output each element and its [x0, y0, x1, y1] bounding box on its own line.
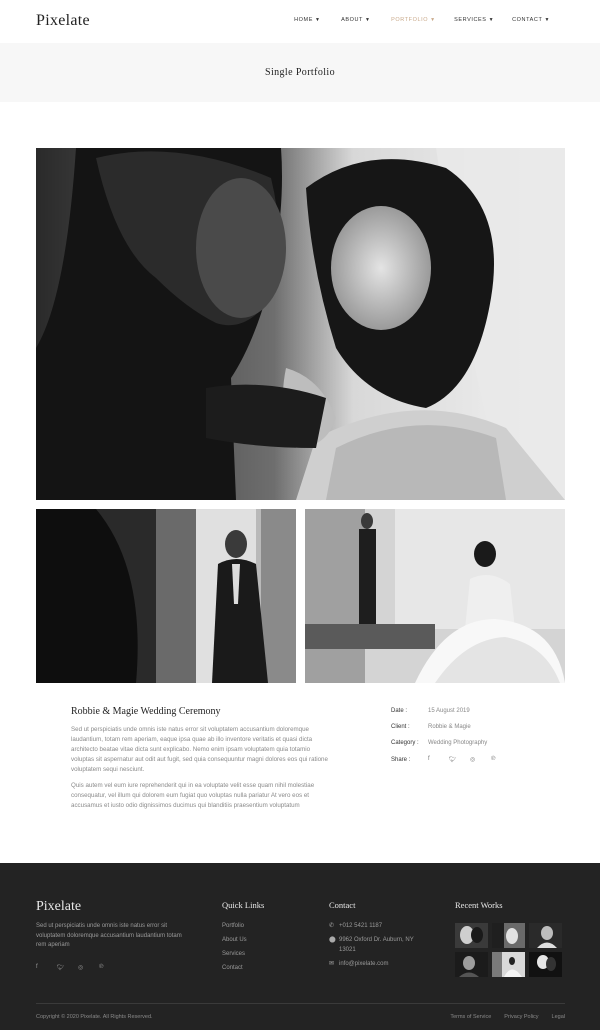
envelope-icon: ✉	[329, 961, 335, 967]
footer-description: Sed ut perspiciatis unde omnis iste natu…	[36, 923, 182, 948]
meta-label: Category :	[391, 740, 419, 746]
footer-link-about[interactable]: About Us	[222, 937, 247, 943]
quick-links-heading: Quick Links	[222, 900, 265, 910]
site-header: Pixelate HOME ▼ ABOUT ▼ PORTFOLIO ▼ SERVICE…	[0, 0, 600, 43]
facebook-icon[interactable]: f	[36, 964, 57, 971]
recent-work-thumb[interactable]	[529, 952, 562, 977]
caret-down-icon: ▼	[430, 17, 436, 23]
nav-label: HOME	[294, 17, 313, 23]
footer-address: ⬤ 9962 Oxford Dr. Auburn, NY 13021	[329, 936, 414, 955]
legal-links: Terms of Service Privacy Policy Legal	[450, 1014, 565, 1020]
phone-text: +012 5421 1187	[339, 923, 383, 929]
nav-item-about[interactable]: ABOUT ▼	[341, 17, 391, 23]
main-nav: HOME ▼ ABOUT ▼ PORTFOLIO ▼ SERVICES ▼ CONTAC…	[294, 17, 550, 23]
meta-value: 15 August 2019	[428, 708, 470, 714]
address-line: 9962 Oxford Dr. Auburn, NY	[339, 937, 414, 943]
recent-work-thumb[interactable]	[492, 923, 525, 948]
map-pin-icon: ⬤	[329, 937, 336, 943]
meta-label: Share :	[391, 757, 411, 763]
facebook-icon[interactable]: f	[428, 756, 449, 763]
contact-heading: Contact	[329, 900, 356, 910]
caret-down-icon: ▼	[314, 17, 321, 23]
pinterest-icon[interactable]: ℗	[99, 964, 120, 971]
main-photo-couple[interactable]	[36, 148, 565, 500]
caret-down-icon: ▼	[544, 17, 550, 23]
meta-value: Robbie & Magie	[428, 724, 471, 730]
footer-link-contact[interactable]: Contact	[222, 965, 243, 971]
nav-item-services[interactable]: SERVICES ▼	[454, 17, 512, 23]
nav-item-portfolio[interactable]: PORTFOLIO ▼	[391, 17, 454, 23]
project-description-2: Quis autem vel eum iure reprehenderit qu…	[71, 782, 315, 809]
caret-down-icon: ▼	[488, 17, 495, 23]
recent-works-grid	[455, 923, 565, 977]
meta-label: Client :	[391, 724, 410, 730]
pinterest-icon[interactable]: ℗	[491, 756, 512, 763]
nav-label: SERVICES	[454, 17, 487, 23]
page-title: Single Portfolio	[264, 67, 335, 78]
footer-link-portfolio[interactable]: Portfolio	[222, 923, 244, 929]
copyright-text: Copyright © 2020 Pixelate. All Rights Re…	[36, 1014, 153, 1020]
address-line: 13021	[339, 946, 356, 953]
footer-link-services[interactable]: Services	[222, 951, 245, 957]
footer-brand[interactable]: Pixelate	[36, 899, 81, 915]
nav-label: ABOUT	[341, 17, 364, 23]
email-text[interactable]: info@pixelate.com	[339, 960, 388, 970]
meta-label: Date :	[391, 708, 408, 714]
instagram-icon[interactable]: ◎	[78, 964, 99, 971]
project-description-1: Sed ut perspiciatis unde omnis iste natu…	[71, 726, 328, 773]
brand-logo[interactable]: Pixelate	[36, 12, 90, 30]
nav-label: CONTACT	[512, 17, 543, 23]
photo-groom-window[interactable]	[36, 509, 296, 683]
share-icons: f 🐦︎ ◎ ℗	[428, 756, 512, 763]
instagram-icon[interactable]: ◎	[470, 756, 491, 763]
address-text: 9962 Oxford Dr. Auburn, NY 13021	[339, 936, 414, 955]
footer-divider	[36, 1003, 565, 1004]
nav-item-contact[interactable]: CONTACT ▼	[512, 17, 550, 23]
footer-social: f 🐦︎ ◎ ℗	[36, 964, 120, 971]
photo-couple-room[interactable]	[305, 509, 565, 683]
phone-icon: ✆	[329, 923, 335, 929]
nav-item-home[interactable]: HOME ▼	[294, 17, 341, 23]
nav-label: PORTFOLIO	[391, 17, 429, 23]
footer-email: ✉ info@pixelate.com	[329, 960, 388, 970]
recent-work-thumb[interactable]	[529, 923, 562, 948]
meta-value: Wedding Photography	[428, 740, 488, 746]
legal-link[interactable]: Legal	[552, 1014, 565, 1020]
terms-link[interactable]: Terms of Service	[450, 1014, 491, 1020]
privacy-link[interactable]: Privacy Policy	[504, 1014, 538, 1020]
twitter-icon[interactable]: 🐦︎	[57, 964, 78, 971]
recent-work-thumb[interactable]	[455, 923, 488, 948]
twitter-icon[interactable]: 🐦︎	[449, 756, 470, 763]
page-title-band: Single Portfolio	[0, 43, 600, 102]
caret-down-icon: ▼	[365, 17, 371, 23]
footer-phone: ✆ +012 5421 1187	[329, 922, 382, 932]
recent-works-heading: Recent Works	[455, 900, 503, 910]
project-title: Robbie & Magie Wedding Ceremony	[71, 706, 221, 717]
recent-work-thumb[interactable]	[492, 952, 525, 977]
recent-work-thumb[interactable]	[455, 952, 488, 977]
